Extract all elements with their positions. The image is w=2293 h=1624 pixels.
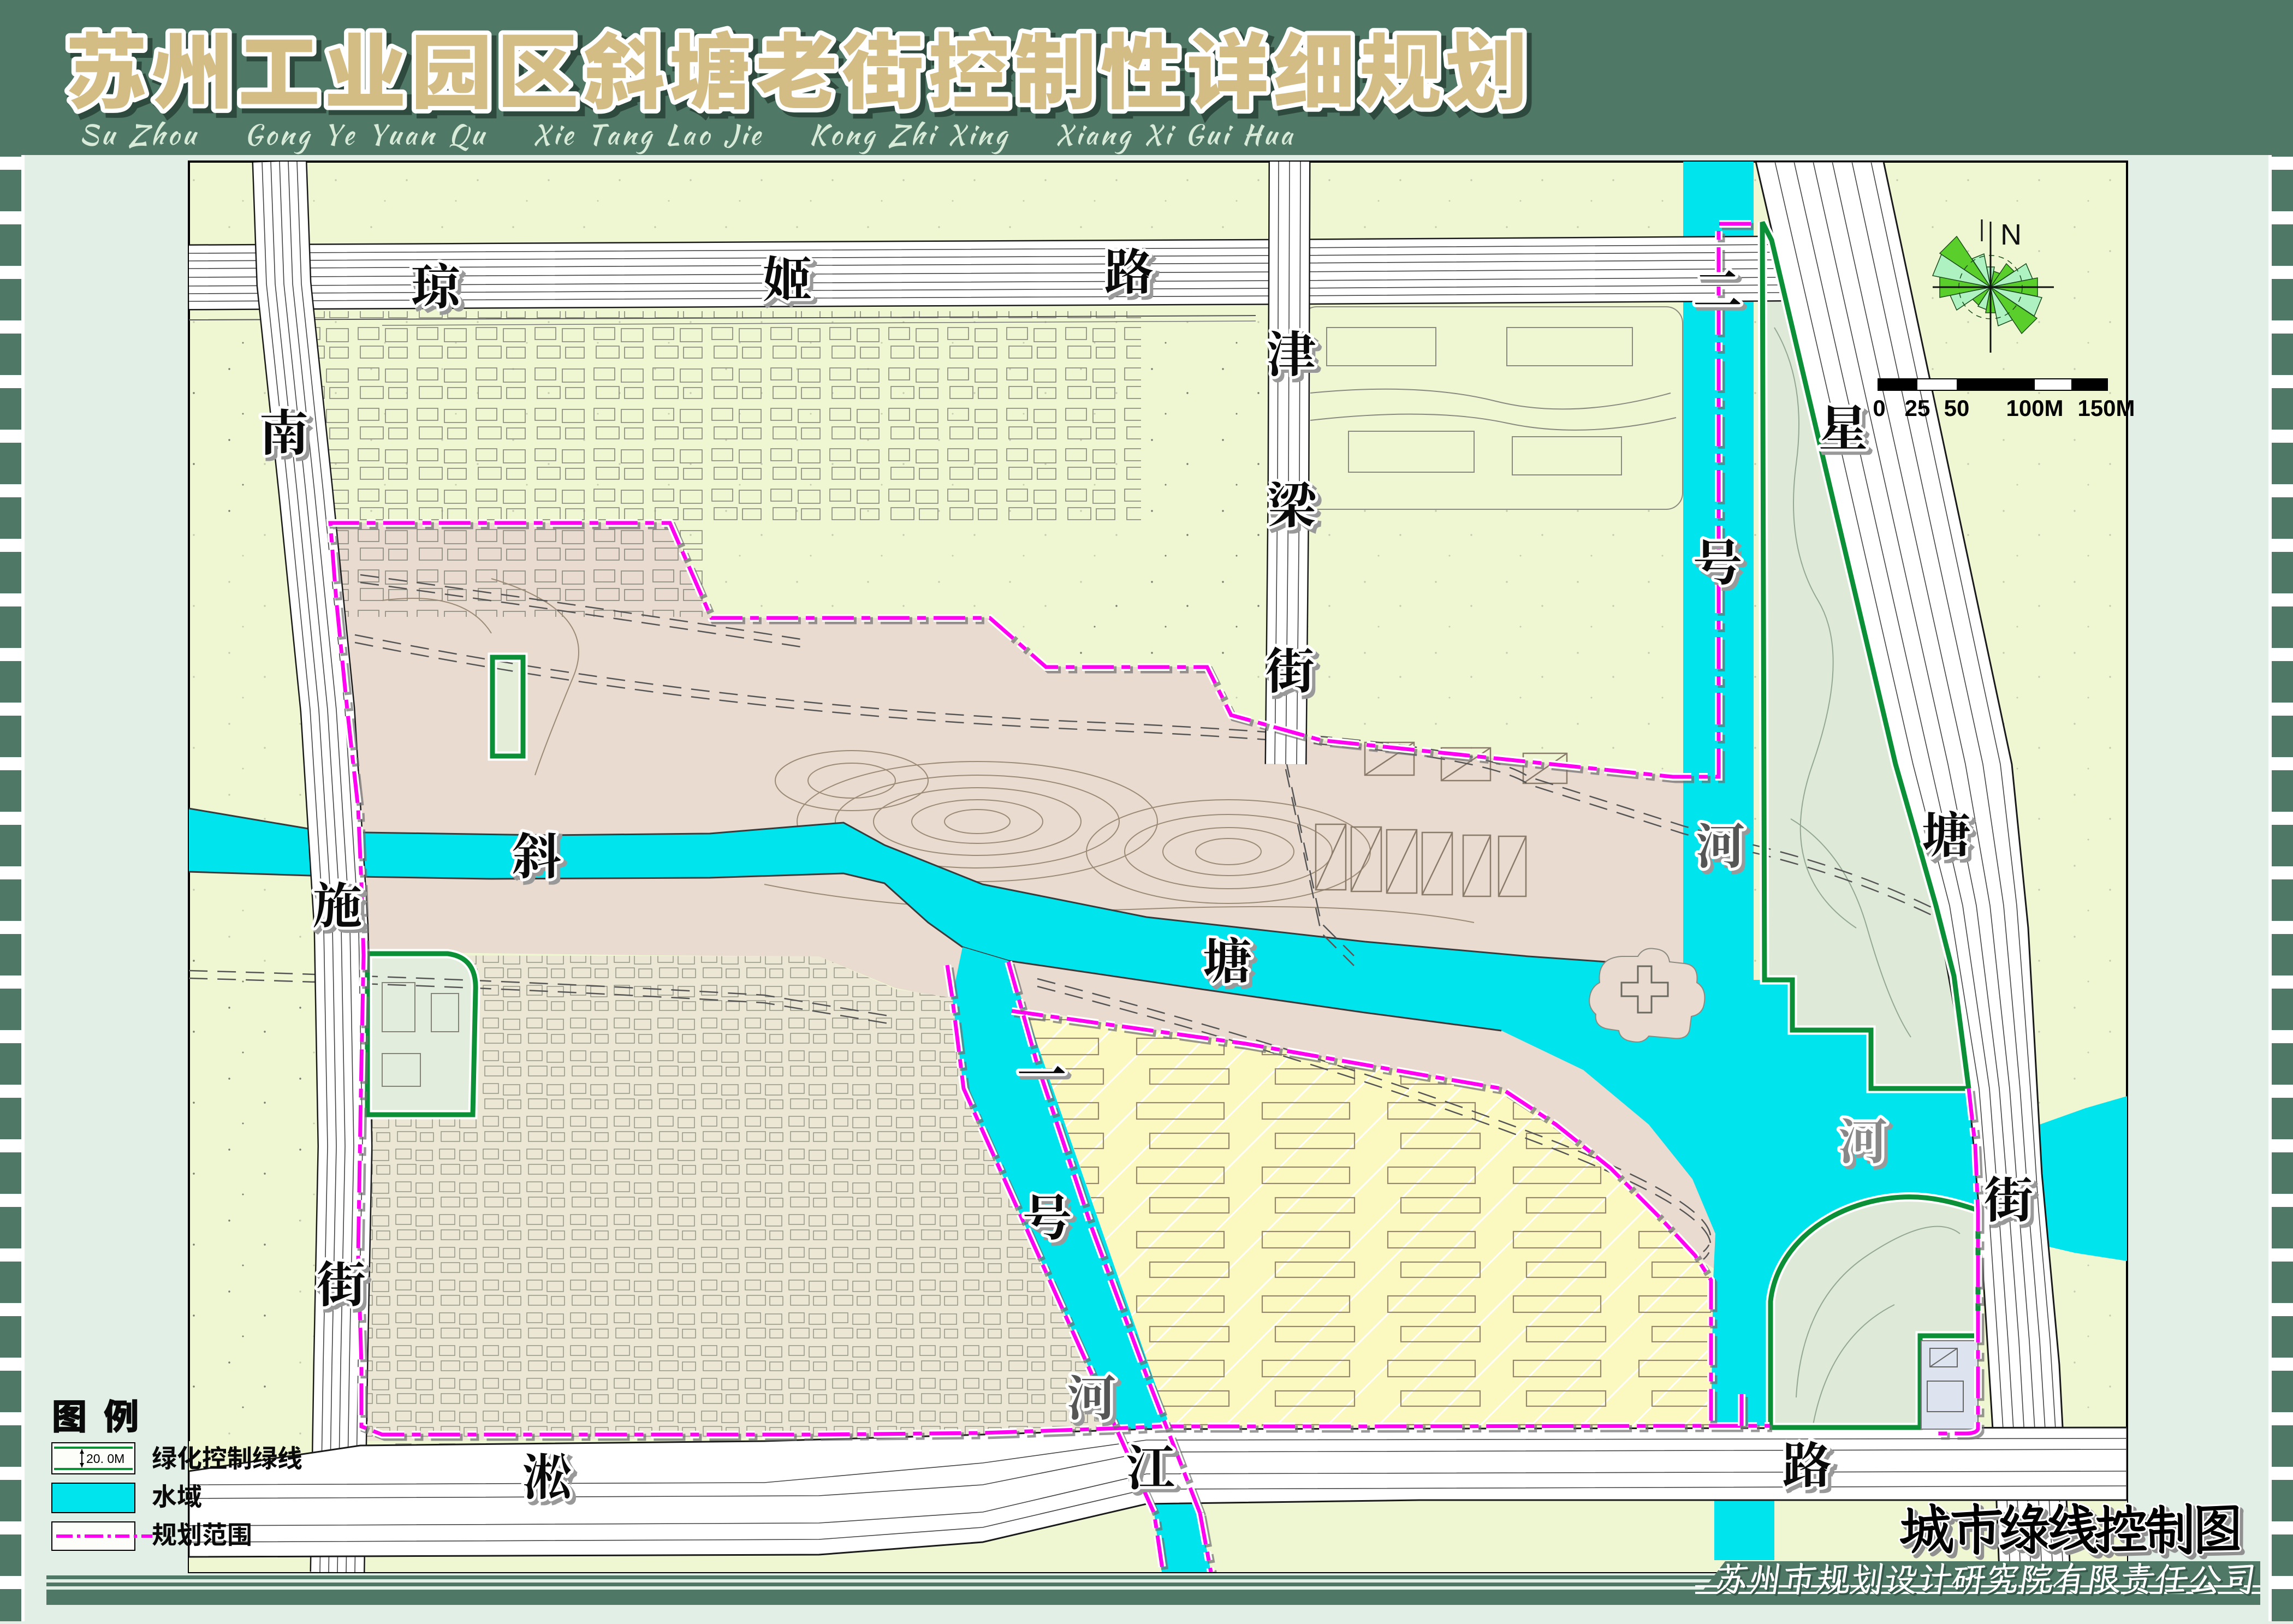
svg-text:150M: 150M [2077,395,2135,421]
svg-text:0: 0 [1873,395,1885,421]
svg-text:25: 25 [1905,395,1930,421]
svg-text:50: 50 [1944,395,1970,421]
svg-text:100M: 100M [2006,395,2063,421]
svg-text:N: N [2000,218,2022,251]
svg-text:20. 0M: 20. 0M [86,1452,124,1466]
